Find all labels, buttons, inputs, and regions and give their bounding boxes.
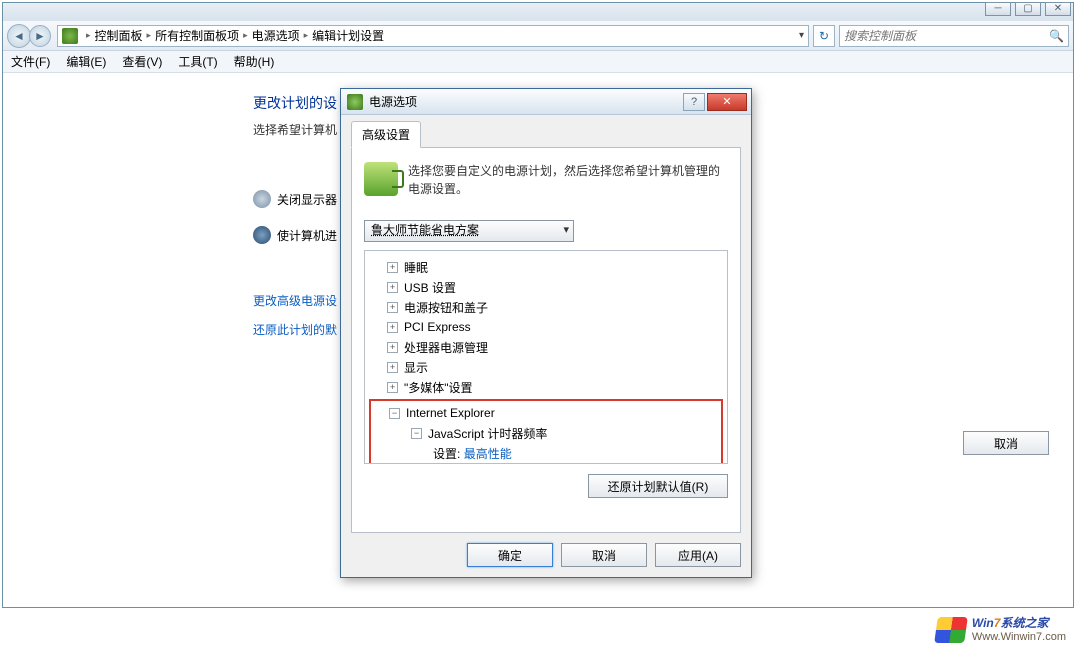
expand-icon[interactable]: + (387, 382, 398, 393)
dialog-help-button[interactable]: ? (683, 93, 705, 111)
collapse-icon[interactable]: − (411, 428, 422, 439)
menu-file[interactable]: 文件(F) (11, 53, 50, 70)
minimize-button[interactable]: ─ (985, 2, 1011, 16)
ok-button[interactable]: 确定 (467, 543, 553, 567)
dialog-description: 选择您要自定义的电源计划，然后选择您希望计算机管理的电源设置。 (408, 162, 728, 198)
bc-l3[interactable]: 电源选项 (252, 27, 300, 44)
menu-bar: 文件(F) 编辑(E) 查看(V) 工具(T) 帮助(H) (3, 51, 1073, 73)
expand-icon[interactable]: + (387, 362, 398, 373)
close-button[interactable]: ✕ (1045, 2, 1071, 16)
tree-usb[interactable]: USB 设置 (404, 279, 456, 296)
highlight-annotation: −Internet Explorer −JavaScript 计时器频率 设置:… (369, 399, 723, 464)
tree-ie[interactable]: Internet Explorer (406, 406, 495, 420)
settings-tree[interactable]: + 睡眠 + USB 设置 + 电源按钮和盖子 + PCI Express + 处理器电源… (364, 250, 728, 464)
back-button[interactable]: ◄ (7, 24, 31, 48)
dialog-title: 电源选项 (369, 93, 417, 110)
plan-dropdown[interactable]: 鲁大师节能省电方案 (364, 220, 574, 242)
maximize-button[interactable]: ▢ (1015, 2, 1041, 16)
menu-help[interactable]: 帮助(H) (234, 53, 275, 70)
setting-value[interactable]: 最高性能 (464, 445, 512, 462)
forward-button[interactable]: ► (29, 25, 51, 47)
titlebar: ─ ▢ ✕ (3, 3, 1073, 21)
collapse-icon[interactable]: − (389, 408, 400, 419)
windows-flag-icon (934, 617, 968, 643)
bc-root[interactable]: 控制面板 (95, 27, 143, 44)
breadcrumb[interactable]: ▸ 控制面板 ▸ 所有控制面板项 ▸ 电源选项 ▸ 编辑计划设置 ▾ (57, 25, 809, 47)
plan-selected: 鲁大师节能省电方案 (371, 223, 479, 237)
tab-advanced[interactable]: 高级设置 (351, 121, 421, 148)
bc-l2[interactable]: 所有控制面板项 (155, 27, 239, 44)
search-box[interactable]: 🔍 (839, 25, 1069, 47)
expand-icon[interactable]: + (387, 342, 398, 353)
menu-view[interactable]: 查看(V) (122, 53, 162, 70)
expand-icon[interactable]: + (387, 322, 398, 333)
restore-defaults-button[interactable]: 还原计划默认值(R) (588, 474, 728, 498)
menu-edit[interactable]: 编辑(E) (66, 53, 106, 70)
wm-cn: 系统之家 (1000, 616, 1048, 630)
search-icon: 🔍 (1049, 29, 1064, 43)
nav-row: ◄ ► ▸ 控制面板 ▸ 所有控制面板项 ▸ 电源选项 ▸ 编辑计划设置 ▾ ↻… (3, 21, 1073, 51)
expand-icon[interactable]: + (387, 302, 398, 313)
tree-multimedia[interactable]: "多媒体"设置 (404, 379, 473, 396)
battery-icon (364, 162, 398, 196)
wm-url: Www.Winwin7.com (972, 631, 1066, 643)
apply-button[interactable]: 应用(A) (655, 543, 741, 567)
row-display-off: 关闭显示器 (277, 191, 337, 208)
tree-pci[interactable]: PCI Express (404, 320, 471, 334)
row-sleep: 使计算机进 (277, 227, 337, 244)
expand-icon[interactable]: + (387, 262, 398, 273)
power-icon (347, 94, 363, 110)
tree-js-timer[interactable]: JavaScript 计时器频率 (428, 425, 547, 442)
menu-tools[interactable]: 工具(T) (178, 53, 217, 70)
monitor-icon (253, 190, 271, 208)
cancel-button-page[interactable]: 取消 (963, 431, 1049, 455)
refresh-button[interactable]: ↻ (813, 25, 835, 47)
power-options-dialog: 电源选项 ? ✕ 高级设置 选择您要自定义的电源计划，然后选择您希望计算机管理的… (340, 88, 752, 578)
dialog-titlebar[interactable]: 电源选项 ? ✕ (341, 89, 751, 115)
dialog-close-button[interactable]: ✕ (707, 93, 747, 111)
tree-buttons-lid[interactable]: 电源按钮和盖子 (404, 299, 488, 316)
search-input[interactable] (844, 29, 1049, 43)
cancel-button[interactable]: 取消 (561, 543, 647, 567)
tree-sleep[interactable]: 睡眠 (404, 259, 428, 276)
control-panel-icon (62, 28, 78, 44)
expand-icon[interactable]: + (387, 282, 398, 293)
bc-l4[interactable]: 编辑计划设置 (312, 27, 384, 44)
setting-label: 设置: (433, 445, 460, 462)
tree-display[interactable]: 显示 (404, 359, 428, 376)
sleep-icon (253, 226, 271, 244)
watermark: Win7系统之家 Www.Winwin7.com (936, 617, 1066, 643)
tree-cpu[interactable]: 处理器电源管理 (404, 339, 488, 356)
wm-win: Win (972, 616, 994, 630)
